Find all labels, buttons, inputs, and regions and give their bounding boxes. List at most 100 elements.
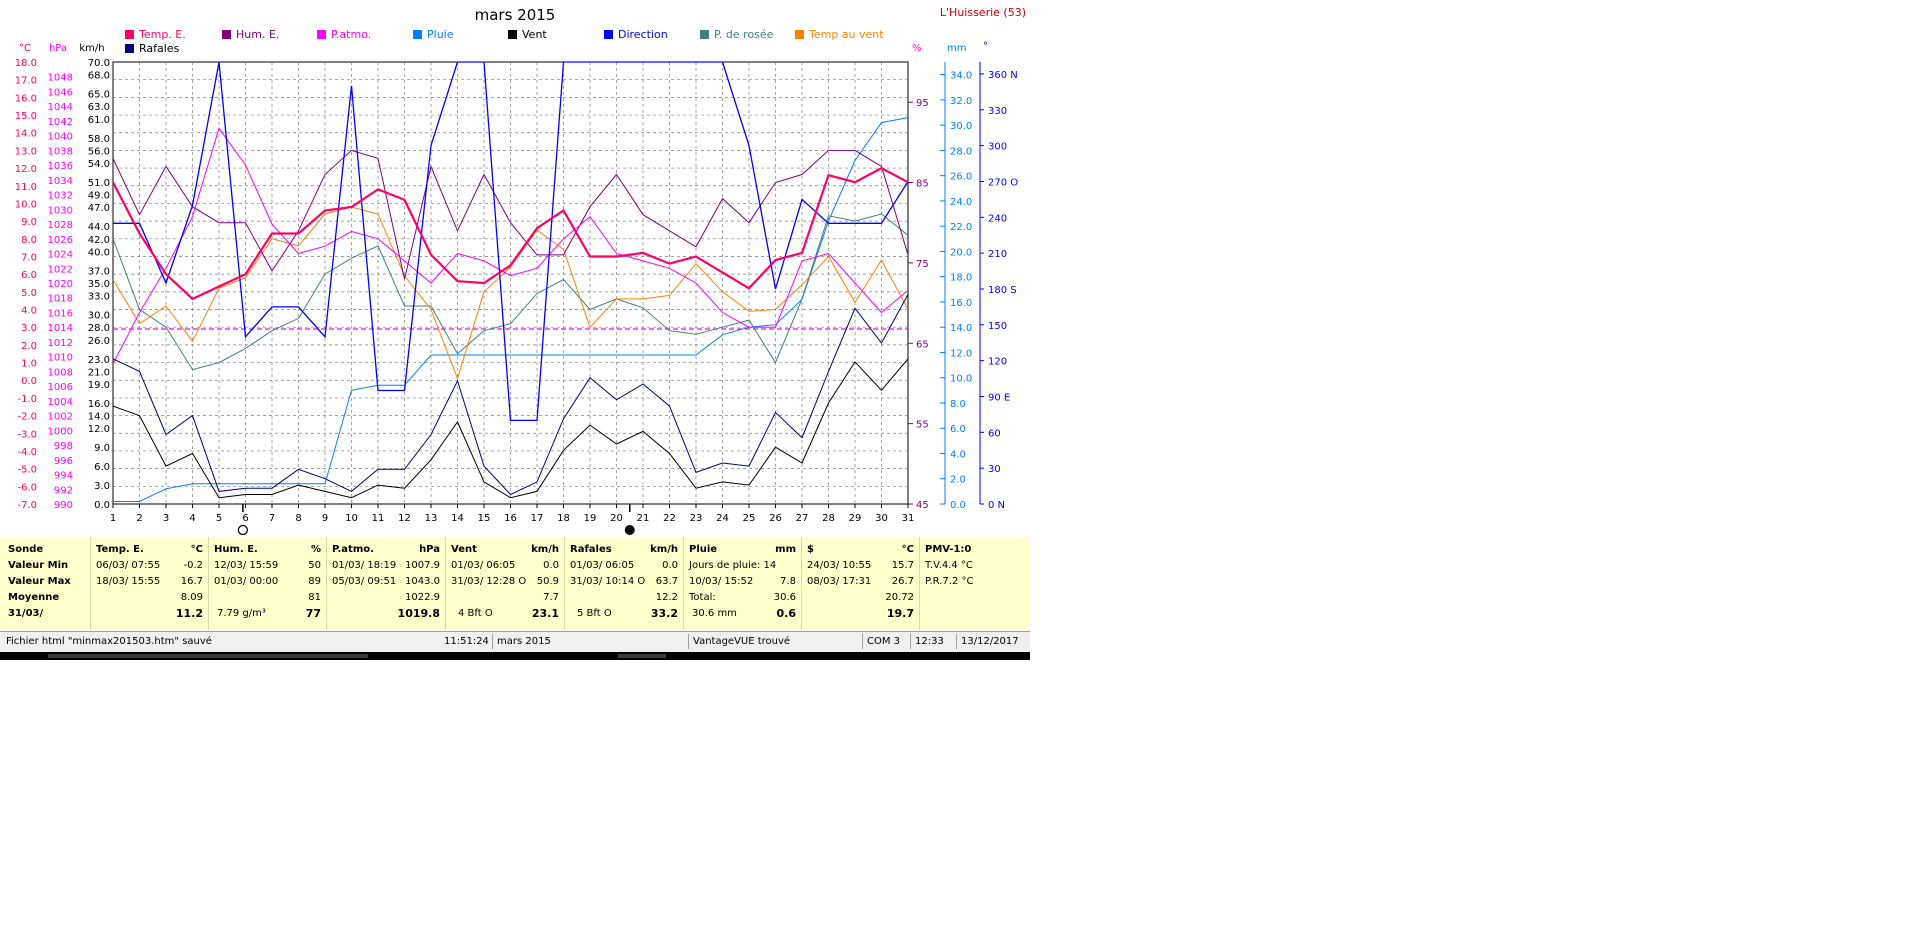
s-min-time: 24/03/ 10:55 <box>807 560 872 571</box>
y-tick-temp: -1.0 <box>17 394 37 405</box>
vent-last: 23.1 <box>531 607 559 620</box>
y-tick-patmo: 1032 <box>48 191 73 202</box>
y-tick-patmo: 996 <box>54 456 73 467</box>
y-tick-wind: 42.0 <box>88 235 110 246</box>
y-tick-patmo: 1016 <box>48 308 73 319</box>
s-avg: 20.72 <box>885 592 914 603</box>
y-tick-patmo: 1030 <box>48 205 73 216</box>
y-tick-wind: 3.0 <box>94 481 110 492</box>
vent-avg: 7.7 <box>543 592 559 603</box>
y-tick-dir: 360 N <box>988 70 1018 81</box>
y-tick-dir: 30 <box>988 464 1001 475</box>
legend-swatch <box>125 44 134 53</box>
x-tick-label: 11 <box>372 513 385 524</box>
taskbar-segment <box>48 654 368 658</box>
legend-swatch <box>413 30 422 39</box>
y-tick-temp: -7.0 <box>17 500 37 511</box>
y-tick-wind: 47.0 <box>88 203 110 214</box>
new-moon-marker <box>624 525 635 535</box>
pluie-unit: mm <box>775 544 796 555</box>
y-tick-patmo: 1026 <box>48 235 73 246</box>
y-tick-rain: 6.0 <box>950 424 966 435</box>
legend-swatch <box>604 30 613 39</box>
vent-min: 0.0 <box>543 560 559 571</box>
y-tick-wind: 16.0 <box>88 399 110 410</box>
legend-swatch <box>700 30 709 39</box>
s-header: $ <box>807 544 814 555</box>
y-tick-temp: 5.0 <box>21 288 37 299</box>
x-tick-label: 26 <box>769 513 782 524</box>
y-tick-wind: 30.0 <box>88 311 110 322</box>
hum-header: Hum. E. <box>214 544 258 555</box>
y-tick-temp: 14.0 <box>15 129 37 140</box>
x-tick-label: 9 <box>322 513 328 524</box>
x-tick-label: 30 <box>875 513 888 524</box>
x-tick-label: 19 <box>584 513 597 524</box>
y-tick-rain: 18.0 <box>950 273 972 284</box>
y-tick-temp: 9.0 <box>21 217 37 228</box>
pluie-header: Pluie <box>689 544 718 555</box>
y-tick-temp: 3.0 <box>21 323 37 334</box>
y-tick-rain: 22.0 <box>950 222 972 233</box>
legend-label: Direction <box>618 28 668 41</box>
rafales-max: 63.7 <box>655 576 678 587</box>
status-clock: 12:33 <box>910 634 955 649</box>
y-tick-patmo: 1012 <box>48 338 73 349</box>
rafales-min-time: 01/03/ 06:05 <box>570 560 635 571</box>
y-tick-rain: 8.0 <box>950 399 966 410</box>
y-tick-hum: 75 <box>916 259 929 270</box>
hum-absolute: 7.79 g/m³ <box>217 608 266 619</box>
stats-s-column: $ °C 24/03/ 10:55 15.7 08/03/ 17:31 26.7… <box>801 537 920 630</box>
vent-unit: km/h <box>531 544 559 555</box>
y-tick-dir: 0 N <box>988 500 1005 511</box>
pluie-month-total: 30.6 mm <box>692 608 737 619</box>
y-tick-dir: 90 E <box>988 392 1010 403</box>
y-tick-patmo: 998 <box>54 441 73 452</box>
y-tick-dir: 330 <box>988 106 1007 117</box>
rafales-min: 0.0 <box>662 560 678 571</box>
y-tick-wind: 61.0 <box>88 115 110 126</box>
y-tick-hum: 65 <box>916 339 929 350</box>
y-tick-patmo: 1048 <box>48 73 73 84</box>
axis-unit-temp: °C <box>19 43 31 54</box>
x-tick-label: 3 <box>163 513 169 524</box>
x-tick-label: 13 <box>425 513 438 524</box>
temp-avg: 8.09 <box>180 592 203 603</box>
pluie-max-time: 10/03/ 15:52 <box>689 576 754 587</box>
y-tick-patmo: 1034 <box>48 176 73 187</box>
x-tick-label: 17 <box>531 513 544 524</box>
patmo-min: 1007.9 <box>405 560 440 571</box>
x-tick-label: 14 <box>451 513 464 524</box>
legend-swatch <box>795 30 804 39</box>
x-tick-label: 24 <box>716 513 729 524</box>
y-tick-rain: 30.0 <box>950 121 972 132</box>
y-tick-hum: 85 <box>916 179 929 190</box>
y-tick-rain: 26.0 <box>950 172 972 183</box>
axis-unit-rain: mm <box>947 43 966 54</box>
y-tick-temp: 17.0 <box>15 76 37 87</box>
pmv-pr: P.R.7.2 °C <box>925 576 974 587</box>
y-tick-temp: -6.0 <box>17 482 37 493</box>
rafales-unit: km/h <box>650 544 678 555</box>
y-tick-dir: 180 S <box>988 285 1017 296</box>
y-tick-hum: 95 <box>916 98 929 109</box>
y-tick-patmo: 1028 <box>48 220 73 231</box>
y-tick-patmo: 1044 <box>48 102 73 113</box>
stats-pmv-column: PMV-1:0 T.V.4.4 °C P.R.7.2 °C <box>919 537 1031 630</box>
legend-label: Vent <box>522 28 547 41</box>
y-tick-wind: 28.0 <box>88 323 110 334</box>
y-tick-patmo: 994 <box>54 471 73 482</box>
stats-vent-column: Vent km/h 01/03/ 06:05 0.0 31/03/ 12:28 … <box>445 537 565 630</box>
y-tick-wind: 65.0 <box>88 90 110 101</box>
taskbar-strip <box>0 652 1030 660</box>
y-tick-patmo: 1040 <box>48 132 73 143</box>
patmo-max: 1043.0 <box>405 576 440 587</box>
statistics-panel: Sonde Valeur Min Valeur Max Moyenne 31/0… <box>0 537 1030 630</box>
x-tick-label: 1 <box>110 513 116 524</box>
y-tick-temp: -3.0 <box>17 429 37 440</box>
legend-label: Hum. E. <box>236 28 279 41</box>
y-tick-wind: 54.0 <box>88 159 110 170</box>
x-tick-label: 15 <box>478 513 491 524</box>
hum-max: 89 <box>308 576 321 587</box>
y-tick-wind: 68.0 <box>88 71 110 82</box>
